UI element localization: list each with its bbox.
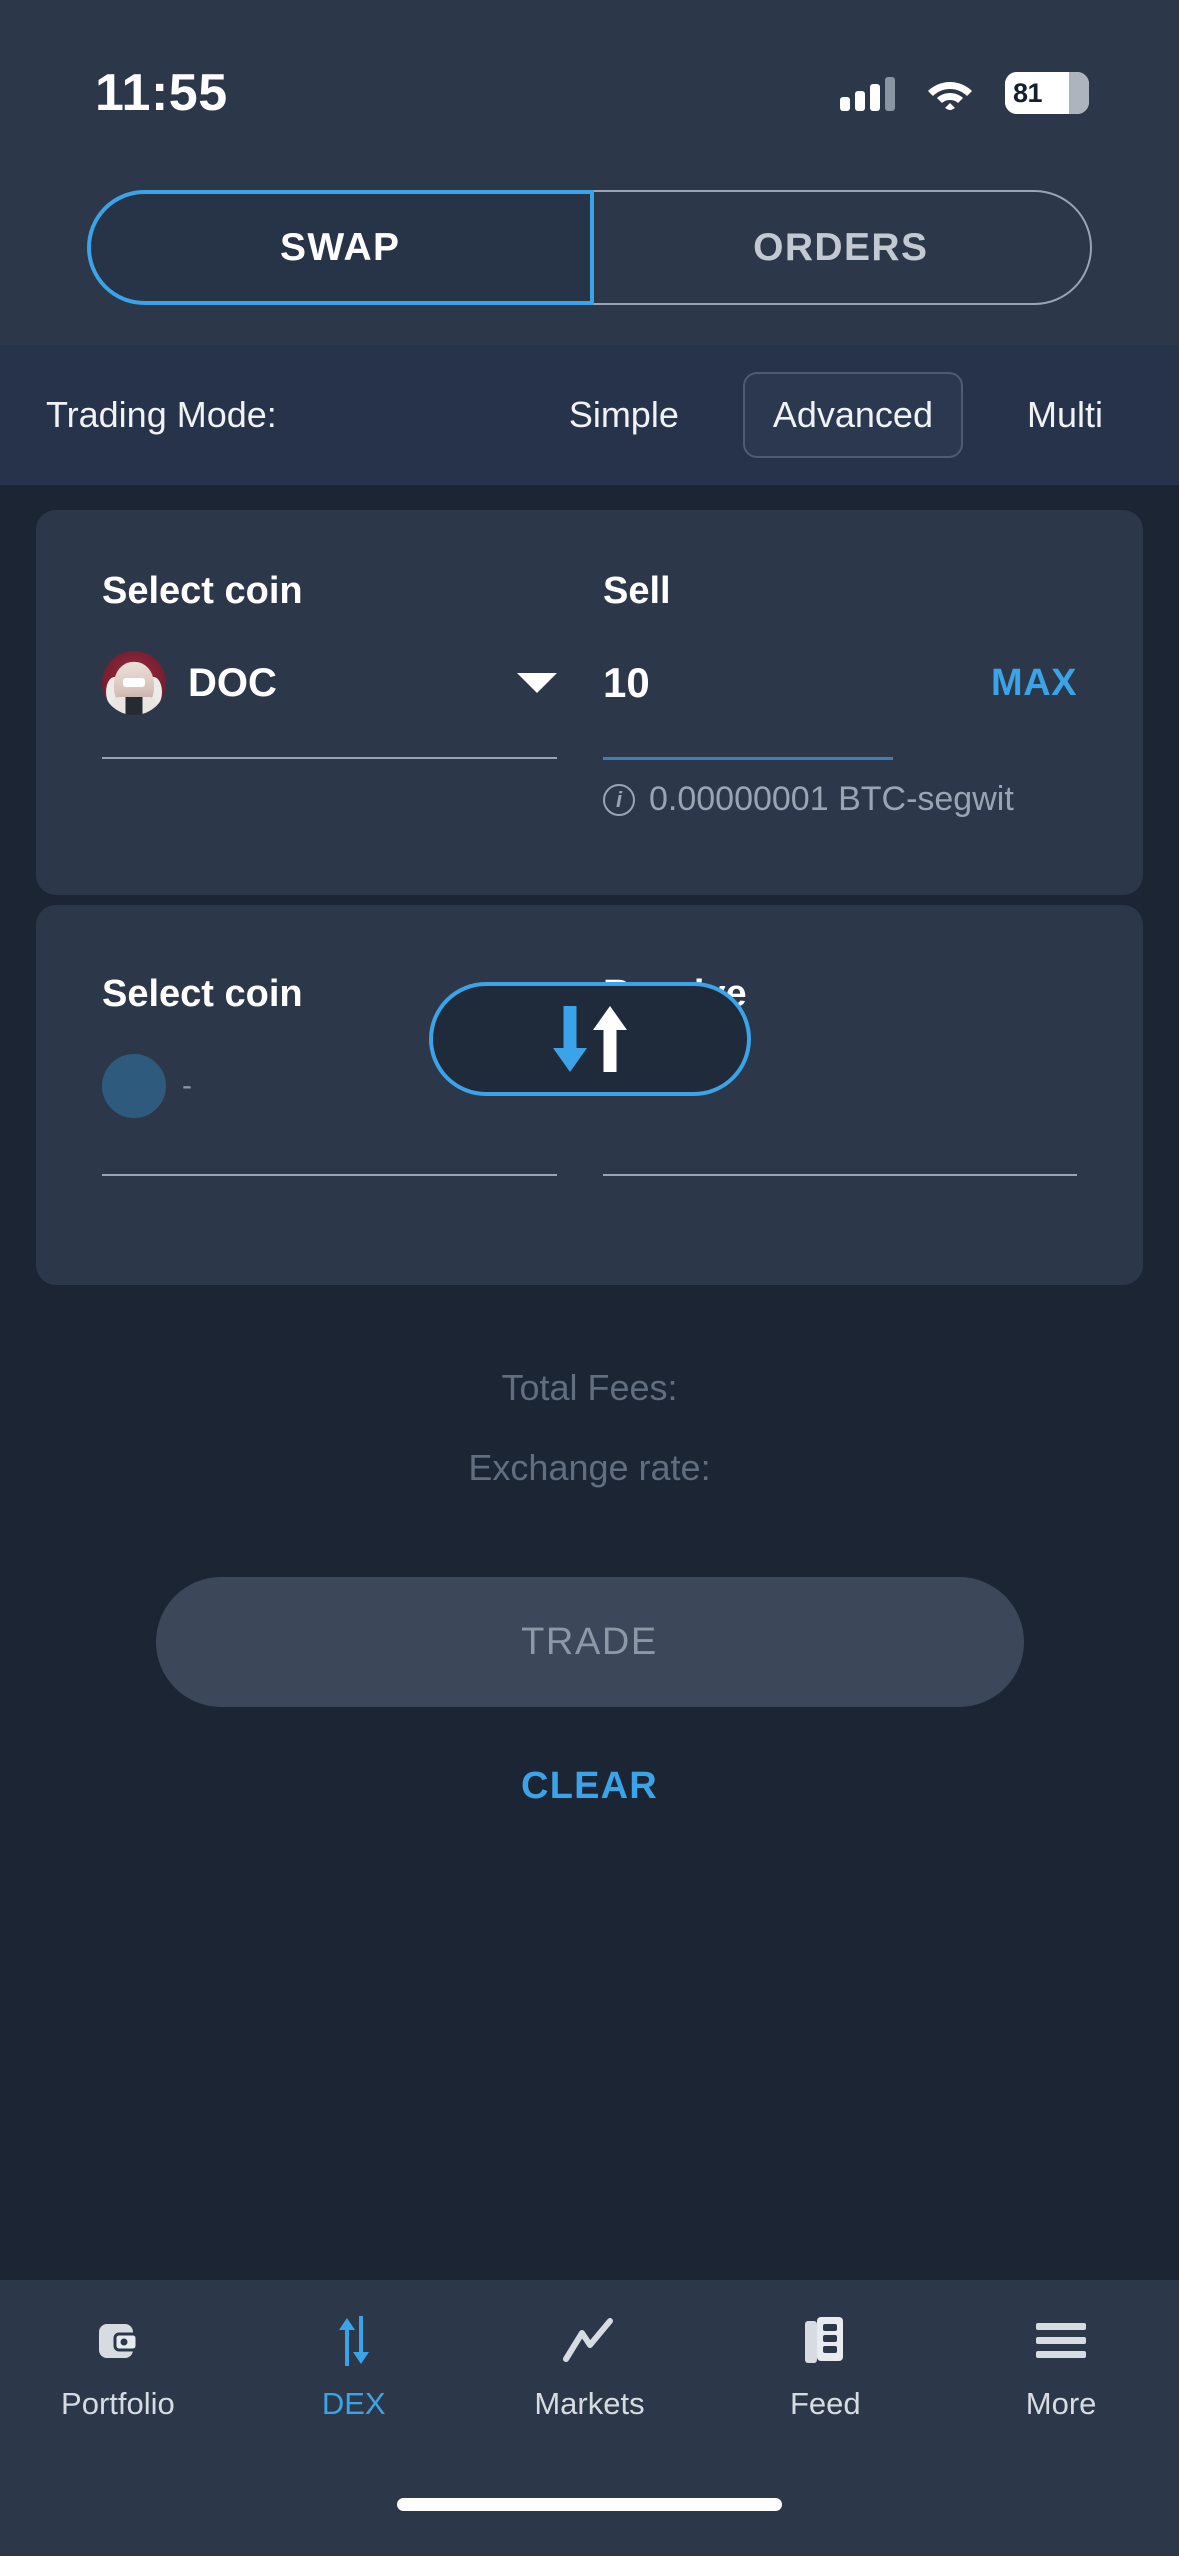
nav-label-markets: Markets xyxy=(534,2386,645,2421)
nav-item-feed[interactable]: Feed xyxy=(707,2314,943,2422)
sell-amount-underline xyxy=(603,757,893,760)
max-button[interactable]: MAX xyxy=(991,662,1077,705)
nav-item-more[interactable]: More xyxy=(943,2314,1179,2422)
action-buttons: TRADE CLEAR xyxy=(36,1577,1143,1808)
top-tab-bar: SWAP ORDERS xyxy=(0,150,1179,345)
phone-screen: 11:55 81 SWAP ORDERS Trading Mode: Simpl… xyxy=(0,0,1179,2556)
nav-label-feed: Feed xyxy=(789,2386,861,2421)
swap-content: Select coin DOC Sell 10 MAX i 0.00000001… xyxy=(0,485,1179,2280)
nav-label-portfolio: Portfolio xyxy=(61,2386,175,2421)
sell-balance-text: 0.00000001 BTC-segwit xyxy=(649,780,1014,818)
info-icon[interactable]: i xyxy=(603,783,635,816)
trading-mode-bar: Trading Mode: Simple Advanced Multi xyxy=(0,345,1179,485)
sell-coin-selector[interactable]: DOC xyxy=(102,635,557,731)
line-chart-icon xyxy=(562,2314,616,2368)
sell-card: Select coin DOC Sell 10 MAX i 0.00000001… xyxy=(36,510,1143,895)
receive-coin-symbol: - xyxy=(182,1069,192,1102)
swap-arrows-icon xyxy=(329,2314,379,2368)
status-bar: 11:55 81 xyxy=(0,0,1179,150)
exchange-rate-label: Exchange rate: xyxy=(468,1447,711,1488)
wallet-icon xyxy=(93,2314,143,2368)
sell-amount-input[interactable]: 10 xyxy=(603,659,650,707)
chevron-down-icon xyxy=(517,673,557,693)
clear-button[interactable]: CLEAR xyxy=(521,1765,658,1808)
home-indicator-area xyxy=(0,2470,1179,2556)
swap-direction-button[interactable] xyxy=(428,982,751,1096)
news-feed-icon xyxy=(801,2314,849,2368)
tab-swap[interactable]: SWAP xyxy=(87,190,594,305)
summary-section: Total Fees: Exchange rate: xyxy=(36,1367,1143,1489)
nav-label-more: More xyxy=(1025,2386,1097,2421)
doc-token-icon xyxy=(102,651,166,715)
nav-label-dex: DEX xyxy=(321,2386,386,2421)
receive-amount-underline xyxy=(603,1174,1077,1176)
trading-mode-label: Trading Mode: xyxy=(46,394,277,435)
cellular-signal-icon xyxy=(840,75,895,111)
sell-coin-symbol: DOC xyxy=(188,660,277,705)
total-fees-label: Total Fees: xyxy=(501,1367,678,1408)
battery-icon: 81 xyxy=(1005,72,1089,114)
sell-coin-underline xyxy=(102,757,557,759)
hamburger-menu-icon xyxy=(1034,2314,1088,2368)
trading-mode-advanced[interactable]: Advanced xyxy=(742,372,963,458)
arrow-down-icon xyxy=(552,1006,587,1072)
nav-item-portfolio[interactable]: Portfolio xyxy=(0,2314,236,2422)
trading-mode-simple[interactable]: Simple xyxy=(539,372,709,458)
trading-mode-multi[interactable]: Multi xyxy=(997,372,1133,458)
tab-orders[interactable]: ORDERS xyxy=(591,190,1092,305)
home-indicator[interactable] xyxy=(397,2498,782,2511)
bottom-navigation: Portfolio DEX Markets Feed More xyxy=(0,2280,1179,2470)
receive-coin-underline xyxy=(102,1174,557,1176)
empty-token-icon xyxy=(102,1054,166,1118)
sell-amount-label: Sell xyxy=(603,570,671,612)
status-time: 11:55 xyxy=(95,64,228,122)
battery-percent: 81 xyxy=(1013,77,1043,108)
wifi-icon xyxy=(927,76,973,110)
sell-select-coin-label: Select coin xyxy=(102,570,303,612)
nav-item-markets[interactable]: Markets xyxy=(472,2314,708,2422)
nav-item-dex[interactable]: DEX xyxy=(236,2314,472,2422)
arrow-up-icon xyxy=(592,1006,627,1072)
status-icons: 81 xyxy=(840,72,1089,114)
trade-button[interactable]: TRADE xyxy=(155,1577,1024,1707)
sell-balance-row: i 0.00000001 BTC-segwit xyxy=(603,780,1077,819)
